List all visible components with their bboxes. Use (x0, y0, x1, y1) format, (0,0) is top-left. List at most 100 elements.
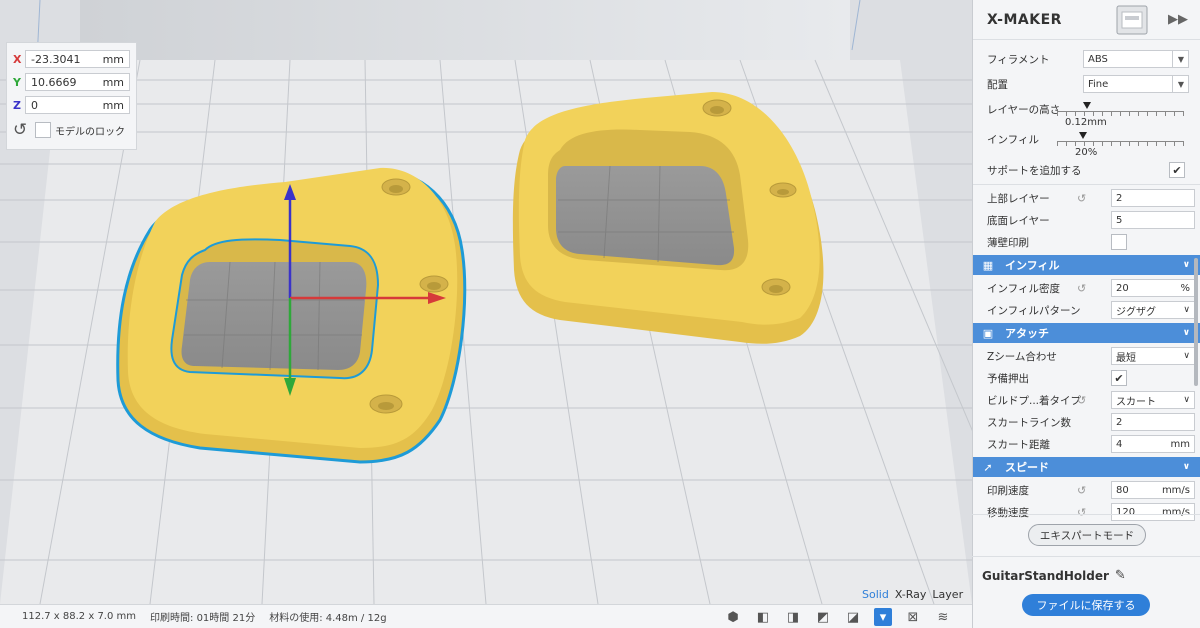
travel-speed-input[interactable]: 120 mm/s (1111, 503, 1195, 521)
build-volume-back-wall (80, 0, 850, 60)
layer-height-slider-row: レイヤーの高さ 0.12mm (973, 99, 1200, 129)
settings-scrollbar[interactable] (1194, 258, 1198, 386)
view-bottom-icon[interactable]: ▾ (874, 608, 892, 626)
position-z-value: 0 (31, 98, 38, 112)
rotate-left-icon[interactable]: ↺ (13, 120, 35, 140)
view-reset-icon[interactable]: ⊠ (904, 608, 922, 626)
position-x-input[interactable]: -23.3041 mm (25, 50, 130, 68)
support-row: サポートを追加する ✔ (973, 159, 1200, 181)
model-left-selected (116, 167, 467, 464)
profile-select[interactable]: Fine ▼ (1083, 75, 1189, 93)
panel-header: X-MAKER ▶▶ (973, 0, 1200, 40)
infill-pattern-row: インフィルパターン ジグザグ ∨ (973, 299, 1200, 321)
prime-label: 予備押出 (987, 372, 1029, 385)
travel-speed-row: 移動速度 ↺ 120 mm/s (973, 501, 1200, 523)
view-toolbar: ⬢ ◧ ◨ ◩ ◪ ▾ ⊠ ≋ (724, 608, 952, 626)
view-left-icon[interactable]: ◨ (784, 608, 802, 626)
view-mode-solid[interactable]: Solid (862, 588, 889, 601)
support-checkbox[interactable]: ✔ (1169, 162, 1185, 178)
position-x-row: X -23.3041 mm (13, 48, 130, 70)
position-y-input[interactable]: 10.6669 mm (25, 73, 130, 91)
reset-icon[interactable]: ↺ (1077, 506, 1086, 519)
travel-speed-label: 移動速度 (987, 506, 1029, 519)
reset-icon[interactable]: ↺ (1077, 192, 1086, 205)
position-z-input[interactable]: 0 mm (25, 96, 130, 114)
position-z-unit: mm (102, 98, 124, 112)
edit-icon[interactable]: ✎ (1115, 568, 1126, 583)
collapse-panel-icon[interactable]: ▶▶ (1168, 12, 1188, 27)
transform-panel: X -23.3041 mm Y 10.6669 mm Z 0 mm ↺ モデルの… (6, 42, 137, 150)
profile-value: Fine (1088, 78, 1109, 90)
chevron-down-icon: ▼ (1171, 76, 1184, 92)
view-mode-switch: Solid X-Ray Layer (862, 588, 963, 601)
bottom-layers-input[interactable]: 5 (1111, 211, 1195, 229)
skirt-lines-label: スカートライン数 (987, 416, 1071, 429)
view-mode-xray[interactable]: X-Ray (895, 588, 927, 601)
skirt-lines-input[interactable]: 2 (1111, 413, 1195, 431)
section-infill-title: インフィル (1005, 259, 1060, 272)
status-bar: 112.7 x 88.2 x 7.0 mm 印刷時間: 01時間 21分 材料の… (0, 604, 972, 628)
build-plate-label: ビルドプ...着タイプ (987, 394, 1082, 407)
reset-icon[interactable]: ↺ (1077, 282, 1086, 295)
model-lock-checkbox[interactable] (35, 122, 51, 138)
prime-checkbox[interactable]: ✔ (1111, 370, 1127, 386)
layer-height-value: 0.12mm (1065, 117, 1107, 128)
view-mode-layer[interactable]: Layer (932, 588, 963, 601)
view-top-icon[interactable]: ◪ (844, 608, 862, 626)
layers-icon[interactable]: ≋ (934, 608, 952, 626)
skirt-distance-row: スカート距離 4 mm (973, 433, 1200, 455)
bottom-layers-row: 底面レイヤー 5 (973, 209, 1200, 231)
print-time: 印刷時間: 01時間 21分 (150, 613, 256, 624)
z-axis-label: Z (13, 98, 21, 112)
position-z-row: Z 0 mm (13, 94, 130, 116)
top-layers-row: 上部レイヤー ↺ 2 (973, 187, 1200, 209)
chevron-down-icon: ∨ (1183, 305, 1190, 315)
position-x-value: -23.3041 (31, 52, 81, 66)
view-right-icon[interactable]: ◩ (814, 608, 832, 626)
chevron-down-icon: ∨ (1182, 328, 1190, 338)
skirt-distance-input[interactable]: 4 mm (1111, 435, 1195, 453)
printer-name: X-MAKER (987, 11, 1062, 28)
print-speed-input[interactable]: 80 mm/s (1111, 481, 1195, 499)
top-layers-input[interactable]: 2 (1111, 189, 1195, 207)
z-seam-select[interactable]: 最短 ∨ (1111, 347, 1195, 365)
chevron-down-icon: ∨ (1182, 260, 1190, 270)
model-lock-row: ↺ モデルのロック (13, 118, 130, 142)
reset-icon[interactable]: ↺ (1077, 484, 1086, 497)
file-name-row: GuitarStandHolder ✎ (982, 568, 1126, 583)
scene-canvas[interactable] (0, 0, 972, 604)
skirt-distance-label: スカート距離 (987, 438, 1050, 451)
infill-thumb[interactable] (1079, 132, 1087, 139)
print-speed-row: 印刷速度 ↺ 80 mm/s (973, 479, 1200, 501)
chevron-down-icon: ∨ (1183, 351, 1190, 361)
infill-density-input[interactable]: 20% (1111, 279, 1195, 297)
print-speed-label: 印刷速度 (987, 484, 1029, 497)
expert-mode-button[interactable]: エキスパートモード (1028, 524, 1146, 546)
save-to-file-button[interactable]: ファイルに保存する (1022, 594, 1150, 616)
section-attach-header[interactable]: ▣ アタッチ ∨ (973, 323, 1200, 343)
reset-icon[interactable]: ↺ (1077, 394, 1086, 407)
view-iso-icon[interactable]: ⬢ (724, 608, 742, 626)
profile-label: 配置 (987, 78, 1008, 91)
build-plate-select[interactable]: スカート ∨ (1111, 391, 1195, 409)
chevron-down-icon: ∨ (1183, 395, 1190, 405)
view-front-icon[interactable]: ◧ (754, 608, 772, 626)
3d-viewport[interactable]: X -23.3041 mm Y 10.6669 mm Z 0 mm ↺ モデルの… (0, 0, 972, 604)
filament-select[interactable]: ABS ▼ (1083, 50, 1189, 68)
infill-value: 20% (1075, 147, 1098, 158)
model-right (512, 92, 824, 344)
thin-wall-checkbox[interactable] (1111, 234, 1127, 250)
file-name: GuitarStandHolder (982, 568, 1109, 583)
build-plate-row: ビルドプ...着タイプ ↺ スカート ∨ (973, 389, 1200, 411)
filament-value: ABS (1088, 53, 1108, 65)
section-infill-header[interactable]: ▦ インフィル ∨ (973, 255, 1200, 275)
thin-wall-row: 薄壁印刷 (973, 231, 1200, 253)
infill-pattern-select[interactable]: ジグザグ ∨ (1111, 301, 1195, 319)
top-layers-label: 上部レイヤー (987, 192, 1050, 205)
chevron-down-icon: ∨ (1182, 462, 1190, 472)
layer-height-thumb[interactable] (1083, 102, 1091, 109)
prime-row: 予備押出 ✔ (973, 367, 1200, 389)
bottom-layers-label: 底面レイヤー (987, 214, 1050, 227)
z-seam-label: Zシーム合わせ (987, 350, 1057, 363)
section-speed-header[interactable]: ➚ スピード ∨ (973, 457, 1200, 477)
